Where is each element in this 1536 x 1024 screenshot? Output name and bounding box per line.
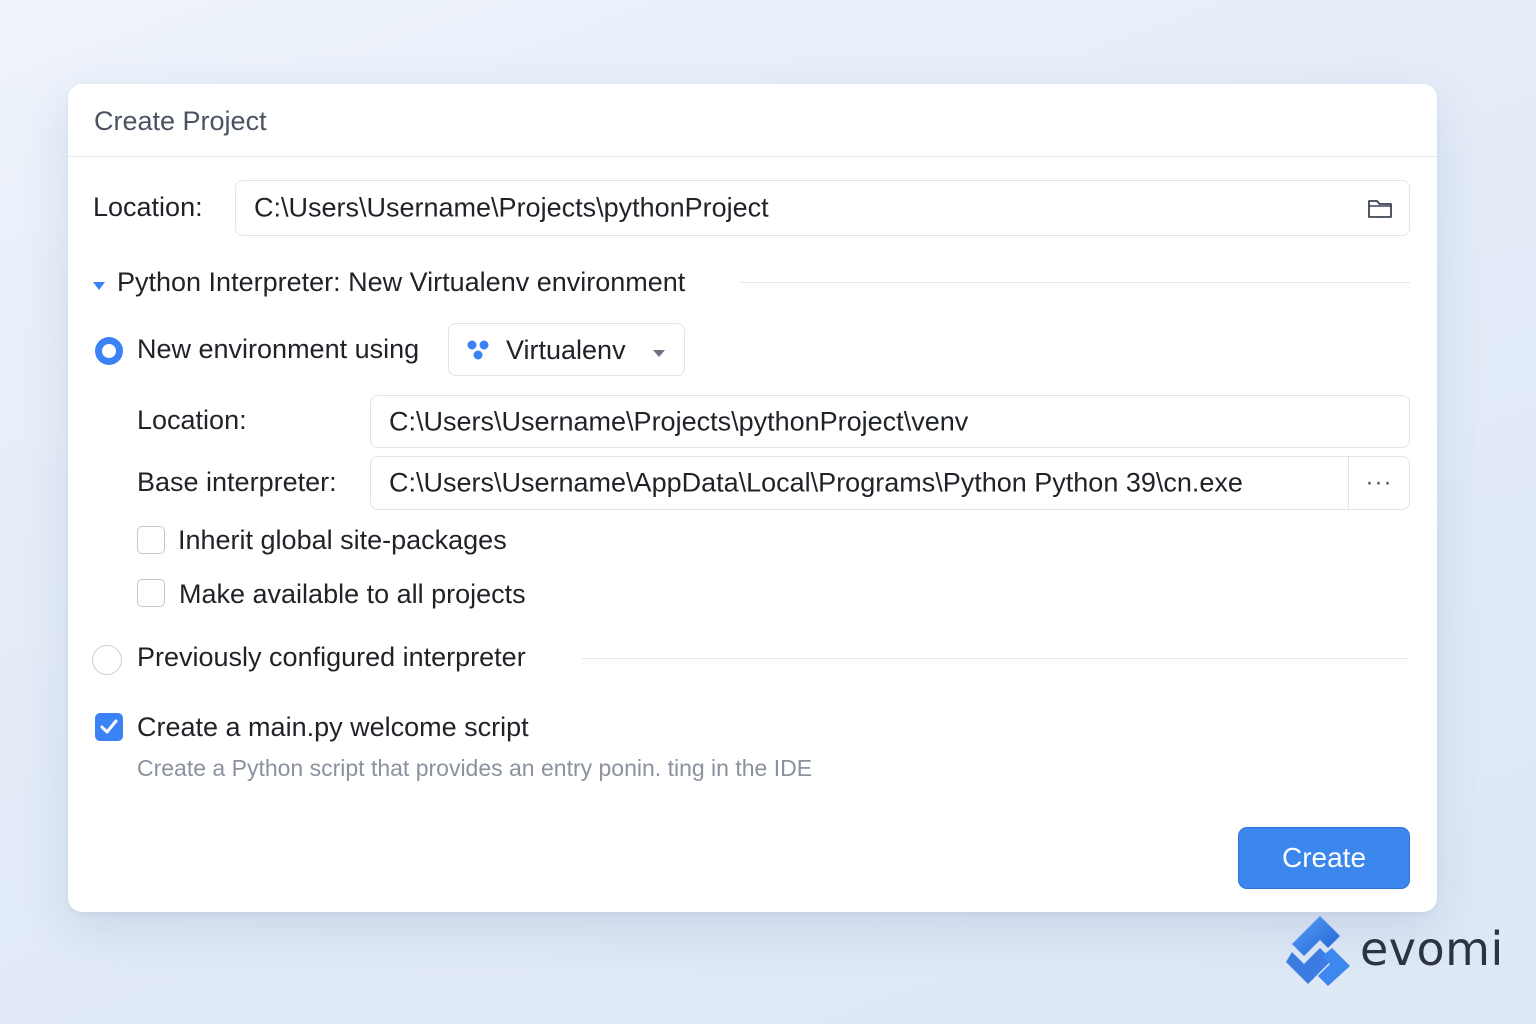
venv-location-value: C:\Users\Username\Projects\pythonProject… bbox=[389, 406, 969, 436]
base-interpreter-label: Base interpreter: bbox=[137, 467, 337, 497]
venv-location-label: Location: bbox=[137, 405, 247, 435]
evomi-logo-icon bbox=[1282, 914, 1358, 993]
dialog-title: Create Project bbox=[94, 106, 267, 136]
welcome-script-label: Create a main.py welcome script bbox=[137, 712, 529, 742]
base-interpreter-value: C:\Users\Username\AppData\Local\Programs… bbox=[389, 467, 1243, 498]
welcome-script-hint: Create a Python script that provides an … bbox=[137, 755, 813, 781]
more-icon: ··· bbox=[1365, 469, 1393, 496]
chevron-down-icon bbox=[652, 345, 666, 363]
new-environment-radio[interactable] bbox=[96, 338, 122, 364]
base-interpreter-field[interactable]: C:\Users\Username\AppData\Local\Programs… bbox=[370, 456, 1410, 510]
create-button[interactable]: Create bbox=[1238, 827, 1410, 889]
checkmark-icon bbox=[99, 718, 119, 740]
create-project-dialog: Create Project Location: C:\Users\Userna… bbox=[68, 84, 1437, 912]
inherit-site-packages-checkbox[interactable] bbox=[137, 526, 165, 554]
evomi-logo: evomi bbox=[1282, 914, 1512, 988]
environment-tool-dropdown[interactable]: Virtualenv bbox=[448, 323, 685, 376]
virtualenv-icon bbox=[466, 339, 492, 361]
evomi-logo-text: evomi bbox=[1360, 922, 1504, 976]
previous-interpreter-radio[interactable] bbox=[92, 645, 122, 675]
project-location-value: C:\Users\Username\Projects\pythonProject bbox=[254, 192, 769, 223]
folder-icon[interactable] bbox=[1367, 196, 1393, 220]
interpreter-section-title[interactable]: Python Interpreter: New Virtualenv envir… bbox=[117, 267, 685, 298]
location-label: Location: bbox=[93, 192, 203, 222]
project-location-field[interactable]: C:\Users\Username\Projects\pythonProject bbox=[235, 180, 1410, 236]
collapse-caret-icon[interactable] bbox=[92, 278, 106, 296]
previous-interpreter-label: Previously configured interpreter bbox=[137, 642, 526, 672]
venv-location-field[interactable]: C:\Users\Username\Projects\pythonProject… bbox=[370, 395, 1410, 448]
make-available-label: Make available to all projects bbox=[179, 579, 526, 609]
browse-button[interactable]: ··· bbox=[1348, 457, 1409, 509]
section-divider bbox=[740, 282, 1410, 283]
make-available-checkbox[interactable] bbox=[137, 579, 165, 607]
previous-interpreter-divider bbox=[582, 658, 1408, 659]
inherit-site-packages-label: Inherit global site-packages bbox=[178, 525, 507, 555]
environment-tool-value: Virtualenv bbox=[506, 335, 626, 365]
new-environment-label: New environment using bbox=[137, 334, 420, 364]
welcome-script-checkbox[interactable] bbox=[95, 713, 123, 741]
dialog-titlebar: Create Project bbox=[68, 84, 1437, 157]
